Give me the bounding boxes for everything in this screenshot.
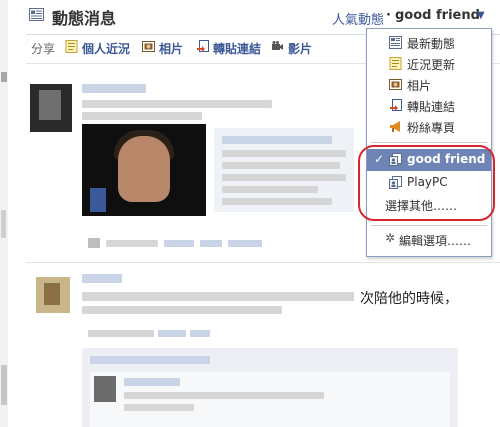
megaphone-icon <box>390 121 400 132</box>
share-status-label: 個人近況 <box>82 42 131 56</box>
story-action-link[interactable] <box>164 240 194 247</box>
story-timestamp <box>106 240 158 247</box>
share-link-label: 轉貼連結 <box>213 42 262 56</box>
left-sidebar-edge <box>0 0 8 427</box>
story-text: 次陪他的時候， <box>360 291 458 307</box>
story-action-link[interactable] <box>190 330 210 337</box>
menu-item-label: 相片 <box>407 79 432 93</box>
menu-item-pages[interactable]: 粉絲專頁 <box>367 116 491 138</box>
menu-item-latest-news[interactable]: 最新動態 <box>367 32 491 54</box>
photo-subject <box>118 136 170 202</box>
sidebar-fragment <box>1 365 7 405</box>
link-icon <box>390 99 402 111</box>
story-text <box>82 112 202 120</box>
photo-icon <box>142 41 155 52</box>
story-text <box>82 306 282 314</box>
menu-item-links[interactable]: 轉貼連結 <box>367 95 491 117</box>
avatar[interactable] <box>30 84 72 132</box>
menu-item-label: 粉絲專頁 <box>407 121 456 135</box>
filter-dropdown-toggle[interactable]: good friend <box>395 8 480 23</box>
top-news-link[interactable]: 人氣動態 <box>332 9 384 28</box>
menu-item-edit-options[interactable]: ✲ 編輯選項…… <box>367 229 491 251</box>
gear-icon: ✲ <box>385 231 396 245</box>
story-text <box>82 100 272 108</box>
avatar[interactable] <box>36 277 70 313</box>
share-video-label: 影片 <box>288 42 313 56</box>
menu-item-status-updates[interactable]: 近況更新 <box>367 53 491 75</box>
highlight-annotation <box>358 145 495 221</box>
feed-filter-menu: 最新動態 近況更新 相片 轉貼連結 粉絲專頁 ✓ good friend Pla… <box>366 28 492 257</box>
page-title: 動態消息 <box>52 9 117 28</box>
avatar[interactable] <box>94 376 116 402</box>
story-author-link[interactable] <box>82 274 122 283</box>
share-label: 分享 <box>31 42 56 56</box>
story-action-link[interactable] <box>158 330 186 337</box>
story-author-link[interactable] <box>82 84 146 93</box>
menu-item-photos[interactable]: 相片 <box>367 74 491 96</box>
link-icon <box>197 40 209 52</box>
comment-section <box>82 348 458 427</box>
chevron-down-icon[interactable]: ▼ <box>477 10 485 21</box>
menu-item-label: 編輯選項…… <box>399 234 472 248</box>
comment-author-link[interactable] <box>124 378 180 386</box>
menu-item-label: 近況更新 <box>407 58 456 72</box>
sidebar-fragment <box>1 210 6 238</box>
status-note-icon <box>389 57 402 70</box>
sidebar-fragment <box>1 72 7 82</box>
menu-divider <box>371 225 487 226</box>
video-icon <box>272 41 283 50</box>
story-text <box>82 292 354 301</box>
avatar-silhouette <box>44 283 60 305</box>
photo-icon <box>389 79 402 90</box>
filter-separator: · <box>386 8 391 23</box>
avatar-silhouette <box>39 90 61 120</box>
news-feed-icon <box>29 8 44 21</box>
divider <box>26 262 500 263</box>
attachment-title[interactable] <box>222 136 332 144</box>
share-photo-label: 相片 <box>159 42 184 56</box>
story-photo[interactable] <box>82 124 206 216</box>
story-source-icon <box>88 238 100 248</box>
attachment-text <box>222 198 332 205</box>
story-action-link[interactable] <box>228 240 262 247</box>
menu-item-label: 轉貼連結 <box>407 100 456 114</box>
attachment-text <box>222 186 318 193</box>
comment-timestamp <box>124 404 194 411</box>
menu-divider <box>371 142 487 143</box>
menu-item-label: 最新動態 <box>407 37 456 51</box>
story-action-link[interactable] <box>200 240 222 247</box>
photo-badge <box>90 188 106 212</box>
attachment-text <box>222 174 346 181</box>
comment-text <box>124 392 324 399</box>
status-note-icon <box>65 40 78 53</box>
story-timestamp <box>88 330 154 337</box>
attachment-text <box>222 150 346 157</box>
attachment-text <box>222 162 340 169</box>
likes-summary[interactable] <box>90 356 210 364</box>
news-feed-icon <box>389 36 402 49</box>
